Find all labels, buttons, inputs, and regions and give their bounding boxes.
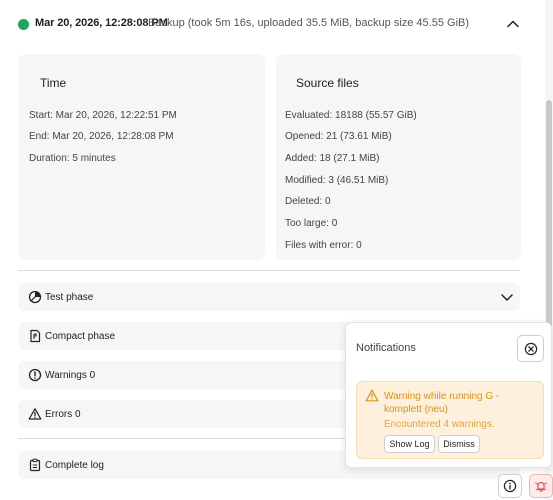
warning-message: Encountered 4 warnings. <box>384 419 495 430</box>
time-card-title: Time <box>40 76 67 90</box>
time-end: End: Mar 20, 2026, 12:28:08 PM <box>29 131 174 142</box>
time-card: Time Start: Mar 20, 2026, 12:22:51 PM En… <box>18 54 265 260</box>
chevron-down-icon[interactable] <box>500 291 514 303</box>
notifications-close-button[interactable] <box>517 335 544 362</box>
divider-top <box>18 270 520 271</box>
source-evaluated: Evaluated: 18188 (55.57 GiB) <box>285 110 417 121</box>
source-files-card: Source files Evaluated: 18188 (55.57 GiB… <box>276 54 521 260</box>
backup-summary: Backup (took 5m 16s, uploaded 35.5 MiB, … <box>148 17 470 29</box>
complete-log-label: Complete log <box>45 460 104 471</box>
errors-label: Errors 0 <box>45 409 81 420</box>
source-files-with-error: Files with error: 0 <box>285 240 362 251</box>
notifications-toggle-button[interactable] <box>529 474 553 498</box>
info-icon <box>503 479 517 493</box>
warning-triangle-icon <box>365 389 379 402</box>
source-opened: Opened: 21 (73.61 MiB) <box>285 131 392 142</box>
notifications-title: Notifications <box>356 342 416 354</box>
dismiss-button[interactable]: Dismiss <box>438 435 480 453</box>
warning-circle-icon <box>28 368 42 382</box>
close-circle-icon <box>524 342 537 355</box>
warning-notification: Warning while running G - komplett (neu)… <box>356 381 544 459</box>
test-phase-label: Test phase <box>45 292 94 303</box>
warnings-label: Warnings 0 <box>45 370 96 381</box>
warning-title: Warning while running G - komplett (neu) <box>384 391 500 415</box>
scrollbar-thumb[interactable] <box>546 100 552 330</box>
test-phase-icon <box>28 290 42 304</box>
error-triangle-icon <box>28 408 42 420</box>
show-log-button[interactable]: Show Log <box>384 435 435 453</box>
compact-phase-icon <box>30 329 41 343</box>
source-too-large: Too large: 0 <box>285 218 338 229</box>
chevron-up-icon[interactable] <box>505 16 521 32</box>
compact-phase-label: Compact phase <box>45 331 116 342</box>
status-success-dot <box>18 19 29 30</box>
time-start: Start: Mar 20, 2026, 12:22:51 PM <box>29 110 177 121</box>
test-phase-row[interactable]: Test phase <box>18 283 520 311</box>
info-button[interactable] <box>498 474 522 498</box>
source-added: Added: 18 (27.1 MiB) <box>285 153 380 164</box>
clipboard-log-icon <box>29 458 41 472</box>
source-files-title: Source files <box>296 76 359 90</box>
alarm-bell-icon <box>535 481 547 492</box>
notifications-panel: Notifications Warning while running G - … <box>345 322 552 468</box>
time-duration: Duration: 5 minutes <box>29 153 116 164</box>
backup-entry-header[interactable]: Mar 20, 2026, 12:28:08 PM Backup (took 5… <box>0 0 545 48</box>
source-modified: Modified: 3 (46.51 MiB) <box>285 175 389 186</box>
source-deleted: Deleted: 0 <box>285 196 331 207</box>
